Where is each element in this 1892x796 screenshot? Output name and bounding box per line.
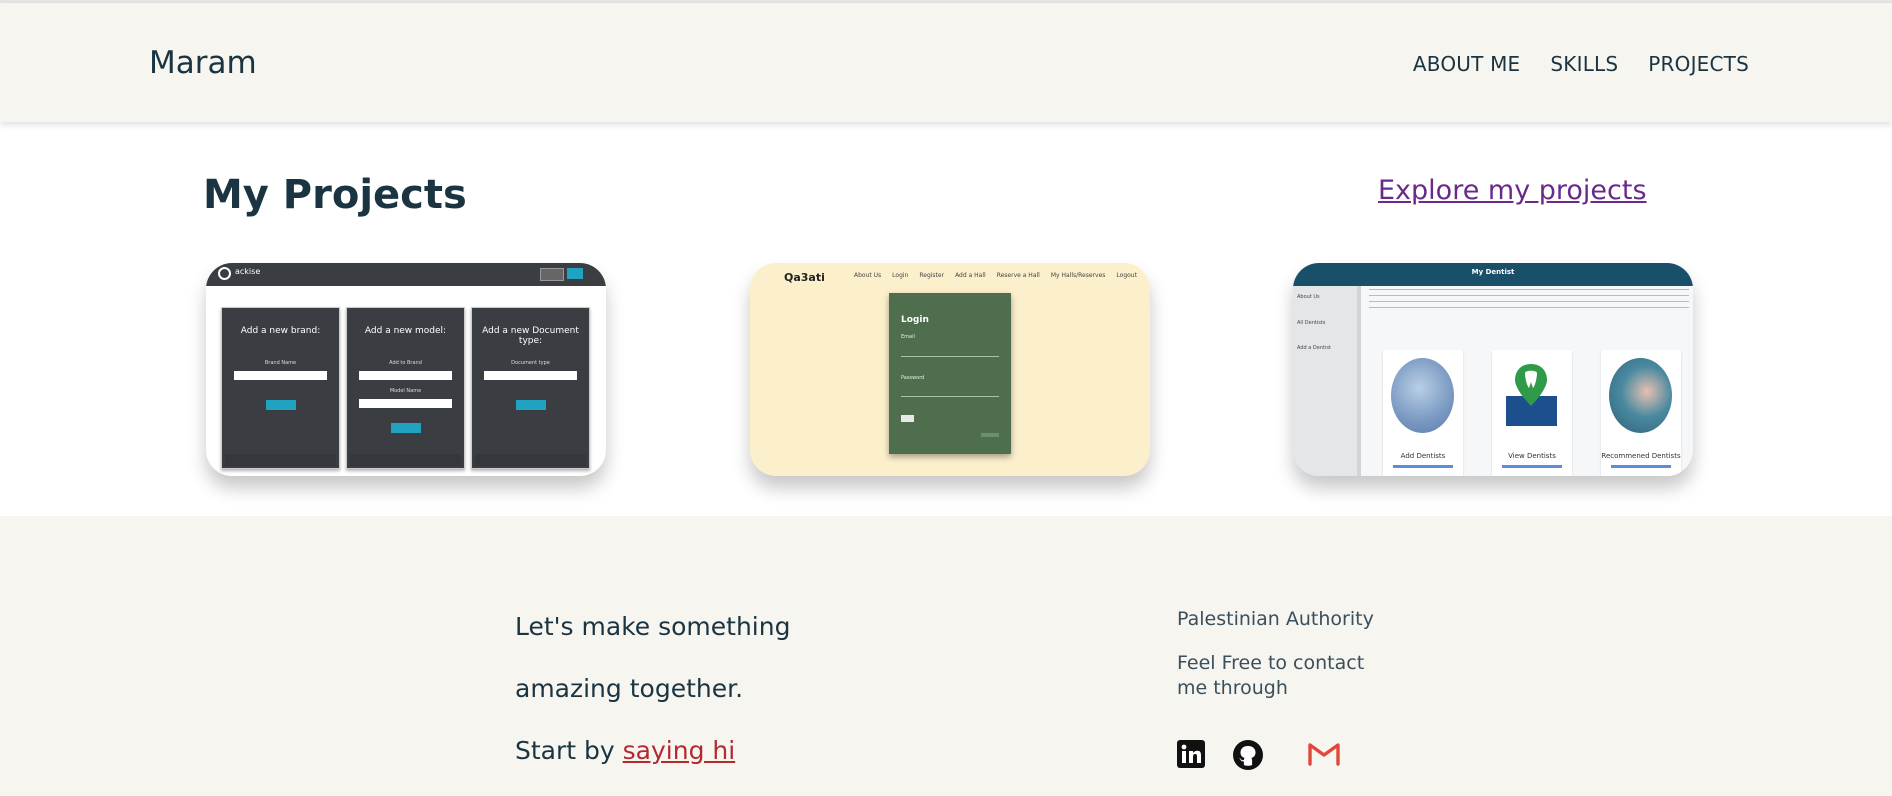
register-link	[981, 433, 999, 437]
card-logo-text: ackise	[235, 267, 261, 276]
sidebar-item: All Dentists	[1297, 320, 1326, 326]
card-app-title: My Dentist	[1471, 268, 1515, 276]
location-text: Palestinian Authority	[1177, 608, 1374, 630]
panel-title: Add a new Document type:	[482, 326, 579, 346]
site-footer	[0, 516, 1892, 796]
panel-button	[390, 423, 421, 433]
card-nav-item: Add a Hall	[955, 272, 986, 279]
github-icon[interactable]	[1233, 740, 1263, 770]
panel-footer	[350, 454, 461, 466]
card-scrollbar	[1357, 286, 1361, 476]
dentist-photo	[1391, 358, 1454, 433]
field-input	[484, 371, 577, 380]
field-input	[234, 371, 327, 380]
password-underline	[901, 396, 999, 397]
field-label: Model Name	[389, 388, 422, 394]
card-description-lines	[1369, 287, 1689, 309]
cta-prefix: Start by	[515, 736, 623, 765]
field-select	[359, 371, 452, 380]
card-sidebar: About Us All Dentists Add a Dentist	[1293, 286, 1357, 476]
linkedin-icon[interactable]	[1177, 740, 1205, 768]
field-label: Brand Name	[264, 360, 297, 366]
tile-label: Add Dentists	[1400, 452, 1446, 460]
panel-footer	[475, 454, 586, 466]
add-brand-panel: Add a new brand: Brand Name	[221, 307, 340, 469]
tile-link	[1393, 465, 1453, 468]
email-label: Email	[901, 334, 915, 340]
site-brand[interactable]: Maram	[149, 45, 257, 81]
project-card-my-dentist[interactable]: My Dentist About Us All Dentists Add a D…	[1293, 263, 1693, 476]
project-card-qa3ati[interactable]: Qa3ati About Us Login Register Add a Hal…	[750, 263, 1150, 476]
dentist-photo	[1609, 358, 1672, 433]
card-topbar-button	[540, 268, 564, 281]
tile-link	[1502, 465, 1562, 468]
card-logo-icon	[218, 267, 231, 280]
panel-button	[265, 400, 296, 410]
panel-footer	[225, 454, 336, 466]
add-model-panel: Add a new model: Add to Brand Model Name	[346, 307, 465, 469]
add-document-type-panel: Add a new Document type: Document type	[471, 307, 590, 469]
projects-heading: My Projects	[203, 172, 467, 218]
contact-line-1: Feel Free to contact	[1177, 652, 1365, 674]
field-label: Add to Brand	[389, 360, 422, 366]
contact-line-2: me through	[1177, 677, 1288, 699]
panel-title: Add a new model:	[364, 326, 447, 336]
email-underline	[901, 356, 999, 357]
card-nav-item: Register	[919, 272, 945, 279]
project-card-admin[interactable]: ackise Add a new brand: Brand Name Add a…	[206, 263, 606, 476]
card-nav-item: Logout	[1116, 272, 1137, 279]
card-nav: About Us Login Register Add a Hall Reser…	[854, 272, 1137, 279]
field-input	[359, 399, 452, 408]
site-header: Maram ABOUT ME SKILLS PROJECTS	[0, 3, 1892, 122]
login-title: Login	[901, 315, 929, 325]
login-box: Login Email Password	[889, 293, 1011, 454]
cta-line-2: amazing together.	[515, 674, 744, 703]
field-label: Document type	[511, 360, 550, 366]
explore-projects-link[interactable]: Explore my projects	[1378, 175, 1647, 206]
main-nav: ABOUT ME SKILLS PROJECTS	[1413, 52, 1749, 76]
card-nav-item: About Us	[854, 272, 882, 279]
card-nav-item: Login	[892, 272, 909, 279]
cta-line-3: Start by saying hi	[515, 736, 735, 765]
password-label: Password	[901, 375, 925, 381]
tile-link	[1611, 465, 1671, 468]
nav-skills[interactable]: SKILLS	[1550, 52, 1618, 76]
sidebar-item: About Us	[1297, 294, 1320, 300]
cta-line-1: Let's make something	[515, 612, 791, 641]
card-nav-item: My Halls/Reserves	[1050, 272, 1106, 279]
tile-label: View Dentists	[1508, 452, 1556, 460]
tile-label: Recommened Dentists	[1601, 452, 1681, 460]
panel-title: Add a new brand:	[240, 326, 321, 336]
dentist-tile: Recommened Dentists	[1601, 350, 1681, 476]
dentist-tile: View Dentists	[1492, 350, 1572, 476]
login-button	[901, 415, 914, 422]
card-topbar-button	[567, 268, 583, 279]
saying-hi-link[interactable]: saying hi	[623, 736, 736, 765]
card-logo-text: Qa3ati	[784, 271, 825, 284]
card-nav-item: Reserve a Hall	[996, 272, 1040, 279]
nav-about-me[interactable]: ABOUT ME	[1413, 52, 1521, 76]
tooth-pin-icon	[1500, 358, 1563, 433]
gmail-icon[interactable]	[1307, 740, 1341, 766]
sidebar-item: Add a Dentist	[1297, 345, 1331, 351]
contact-text: Feel Free to contact me through	[1177, 651, 1364, 701]
dentist-tile: Add Dentists	[1383, 350, 1463, 476]
panel-button	[515, 400, 546, 410]
nav-projects[interactable]: PROJECTS	[1648, 52, 1749, 76]
